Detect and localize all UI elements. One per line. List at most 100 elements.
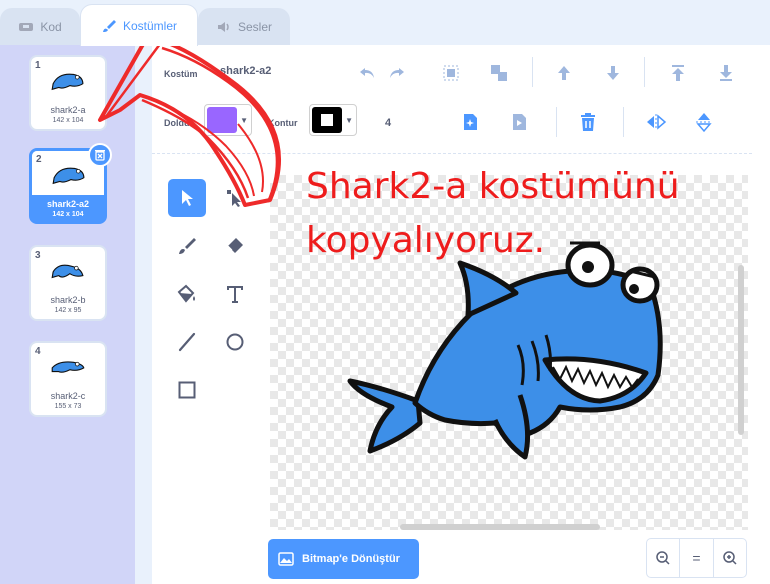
eraser-icon	[227, 238, 243, 253]
front-button[interactable]	[666, 61, 690, 85]
fill-label: Doldur	[164, 118, 193, 128]
shark-thumbnail	[52, 167, 85, 185]
shark-thumbnail	[51, 361, 85, 373]
costume-list: 1 shark2-a 142 x 104 2 shark2-a2 142 x 1…	[0, 45, 135, 584]
zoom-reset-button[interactable]: =	[680, 539, 714, 577]
select-tool[interactable]	[168, 179, 206, 217]
annotation-line-1: Shark2-a kostümünü	[306, 166, 680, 207]
eraser-tool[interactable]	[216, 227, 254, 265]
paste-icon	[513, 114, 526, 130]
costume-item-1[interactable]: 1 shark2-a 142 x 104	[29, 55, 107, 131]
paint-bucket-icon	[177, 284, 195, 303]
toolbar-divider	[623, 107, 624, 137]
costume-name-input[interactable]: shark2-a2	[220, 65, 271, 77]
costume-number: 2	[36, 154, 42, 165]
costume-size: 142 x 104	[52, 117, 84, 124]
zoom-in-button[interactable]	[714, 539, 746, 577]
flip-horizontal-button[interactable]	[644, 110, 668, 134]
costume-number: 4	[35, 346, 41, 357]
outline-width-input[interactable]: 4	[385, 117, 391, 129]
forward-button[interactable]	[552, 61, 576, 85]
toolbar-separator-line	[152, 153, 752, 154]
costume-name-label: Kostüm	[164, 69, 198, 79]
annotation-line-2: kopyalıyoruz.	[306, 220, 546, 261]
tab-costumes-label: Kostümler	[122, 18, 178, 33]
fill-tool[interactable]	[168, 275, 206, 313]
zoom-out-button[interactable]	[647, 539, 681, 577]
convert-bitmap-button[interactable]: Bitmap'e Dönüştür	[268, 539, 419, 579]
shark-thumbnail	[51, 73, 84, 91]
circle-tool[interactable]	[216, 323, 254, 361]
backward-button[interactable]	[601, 61, 625, 85]
redo-icon	[390, 68, 404, 78]
fill-color-picker[interactable]: ▼	[204, 104, 252, 136]
copy-icon	[464, 114, 477, 130]
undo-icon	[360, 68, 374, 78]
reshape-tool[interactable]	[216, 179, 254, 217]
circle-icon	[226, 333, 244, 351]
rectangle-tool[interactable]	[168, 371, 206, 409]
horizontal-scrollbar[interactable]	[400, 524, 600, 530]
back-button[interactable]	[714, 61, 738, 85]
group-icon	[443, 65, 459, 81]
costume-number: 1	[35, 60, 41, 71]
arrow-down-icon	[607, 66, 619, 80]
shark-thumbnail	[51, 264, 84, 279]
outline-color-picker[interactable]: ▼	[309, 104, 357, 136]
zoom-controls: =	[646, 538, 747, 578]
toolbar-divider	[644, 57, 645, 87]
ungroup-button[interactable]	[487, 61, 511, 85]
costume-size: 155 x 73	[54, 403, 82, 410]
toolbar-divider	[556, 107, 557, 137]
costume-item-3[interactable]: 3 shark2-b 142 x 95	[29, 245, 107, 321]
zoom-out-icon	[656, 551, 670, 565]
delete-button[interactable]	[576, 110, 600, 134]
delete-costume-button[interactable]	[88, 143, 112, 167]
line-tool[interactable]	[168, 323, 206, 361]
paintbrush-icon	[179, 238, 196, 254]
tab-code[interactable]: Kod	[0, 8, 80, 45]
text-tool[interactable]	[216, 275, 254, 313]
brush-icon	[102, 19, 116, 32]
editor-tabs: Kod Kostümler Sesler	[0, 0, 770, 46]
annotation-text: Shark2-a kostümünü kopyalıyoruz.	[306, 160, 680, 268]
costume-number: 3	[35, 250, 41, 261]
fill-color-swatch	[207, 107, 237, 133]
paint-editor: Kostüm shark2-a2 Doldur ▼ Kontur ▼ 4 Bit…	[152, 45, 770, 584]
copy-button[interactable]	[458, 110, 482, 134]
tab-code-label: Kod	[40, 20, 62, 34]
chevron-down-icon: ▼	[345, 116, 353, 125]
cursor-icon	[182, 190, 193, 206]
costume-size: 142 x 95	[54, 307, 82, 314]
code-icon	[19, 23, 34, 31]
costume-item-4[interactable]: 4 shark2-c 155 x 73	[29, 341, 107, 417]
group-button[interactable]	[439, 61, 463, 85]
undo-button[interactable]	[355, 61, 379, 85]
costume-name: shark2-c	[50, 391, 86, 401]
redo-button[interactable]	[385, 61, 409, 85]
arrow-bottom-icon	[720, 65, 732, 81]
tab-costumes[interactable]: Kostümler	[80, 4, 198, 46]
brush-tool[interactable]	[168, 227, 206, 265]
paste-button[interactable]	[507, 110, 531, 134]
vertical-scrollbar[interactable]	[738, 265, 744, 435]
tab-sounds-label: Sesler	[237, 20, 272, 34]
arrow-top-icon	[672, 65, 684, 81]
outline-label: Kontur	[268, 118, 298, 128]
costume-item-2[interactable]: 2 shark2-a2 142 x 104	[29, 143, 112, 224]
tab-sounds[interactable]: Sesler	[198, 8, 290, 45]
flip-vertical-button[interactable]	[692, 110, 716, 134]
speaker-icon	[217, 22, 229, 32]
outline-color-swatch	[312, 107, 342, 133]
arrow-up-icon	[558, 66, 570, 80]
convert-bitmap-label: Bitmap'e Dönüştür	[302, 553, 400, 565]
rectangle-icon	[178, 381, 196, 399]
text-icon	[227, 286, 243, 303]
trash-icon	[581, 113, 595, 131]
costume-name: shark2-a2	[46, 199, 90, 209]
chevron-down-icon: ▼	[240, 116, 248, 125]
toolbar-divider	[532, 57, 533, 87]
ungroup-icon	[491, 65, 507, 81]
line-icon	[178, 332, 196, 352]
costume-name: shark2-b	[50, 295, 86, 305]
